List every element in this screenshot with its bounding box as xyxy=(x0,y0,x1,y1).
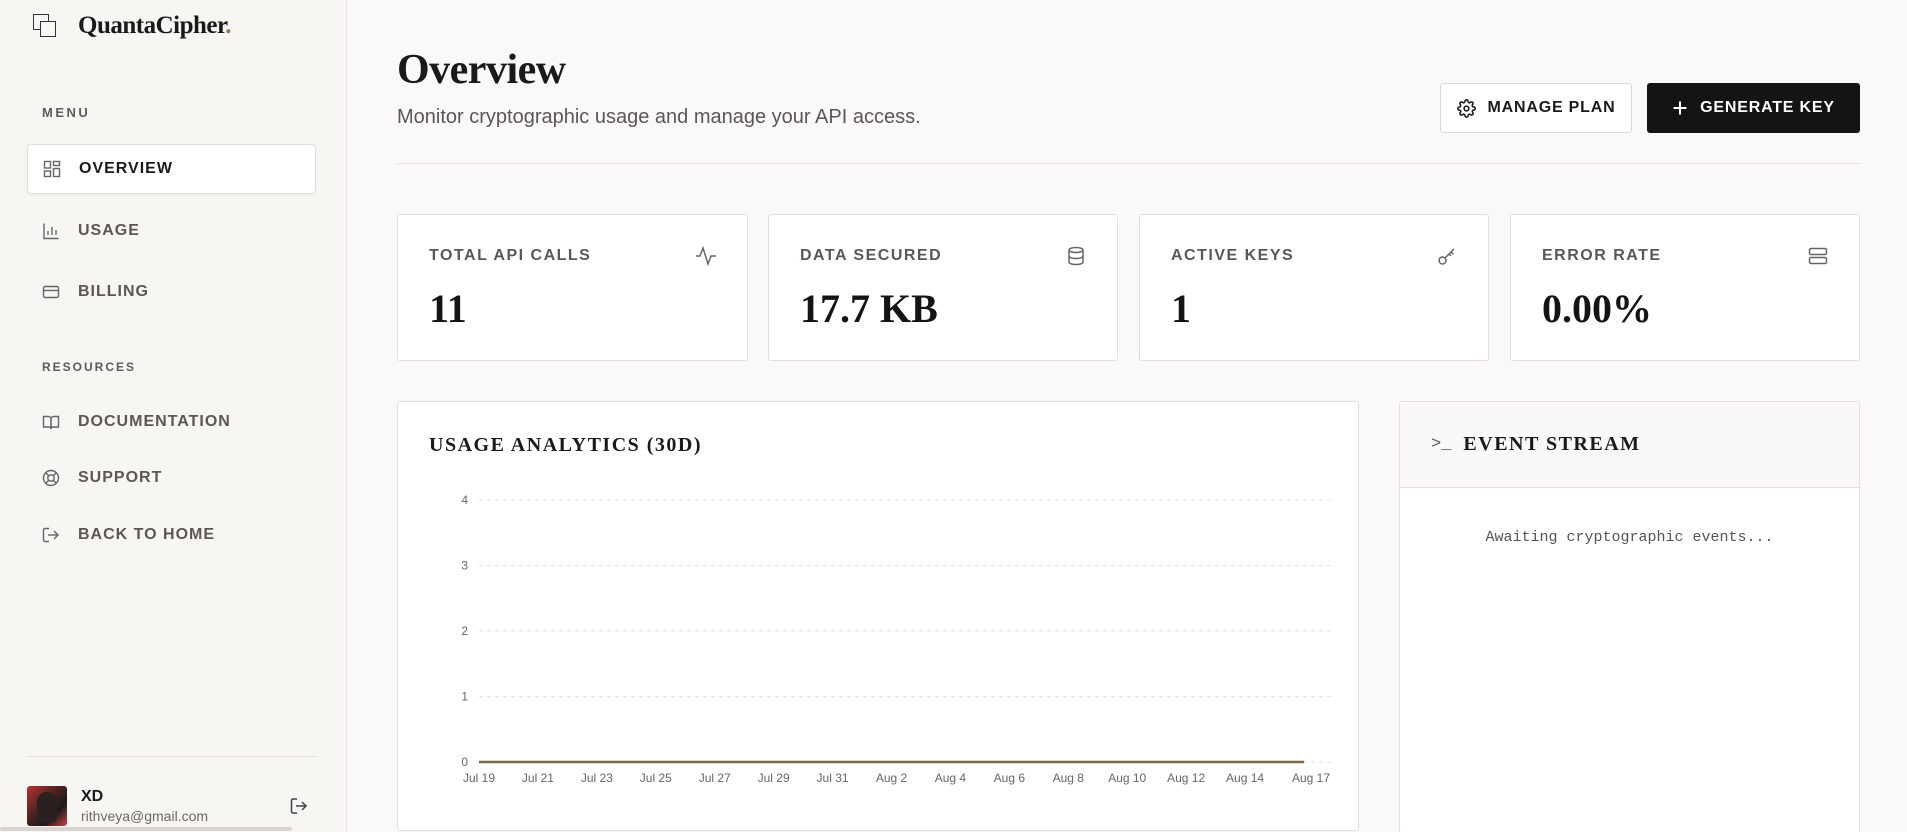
x-tick-label: Jul 23 xyxy=(581,771,613,785)
stat-card-error-rate: ERROR RATE 0.00% xyxy=(1510,214,1860,361)
x-tick-label: Jul 27 xyxy=(699,771,731,785)
event-stream-empty-message: Awaiting cryptographic events... xyxy=(1485,529,1774,546)
brand-name: QuantaCipher. xyxy=(78,12,232,40)
user-profile: XD rithveya@gmail.com xyxy=(27,786,316,826)
sidebar-item-label: USAGE xyxy=(78,222,140,239)
sidebar-item-overview[interactable]: OVERVIEW xyxy=(27,144,316,194)
activity-icon xyxy=(695,245,717,267)
x-tick-label: Jul 25 xyxy=(640,771,672,785)
sidebar: QuantaCipher. MENU OVERVIEW USAGE BILLIN… xyxy=(0,0,347,832)
menu-label: MENU xyxy=(42,105,91,120)
sidebar-item-label: BILLING xyxy=(78,283,149,300)
x-tick-label: Jul 21 xyxy=(522,771,554,785)
user-email: rithveya@gmail.com xyxy=(81,808,209,824)
plus-icon xyxy=(1672,100,1688,116)
lifebuoy-icon xyxy=(42,469,60,487)
logout-icon[interactable] xyxy=(287,794,311,818)
sidebar-item-documentation[interactable]: DOCUMENTATION xyxy=(27,397,316,447)
stat-card-data-secured: DATA SECURED 17.7 KB xyxy=(768,214,1118,361)
exit-icon xyxy=(42,526,60,544)
page-subtitle: Monitor cryptographic usage and manage y… xyxy=(397,106,921,128)
y-tick-label: 2 xyxy=(461,624,468,638)
x-tick-label: Jul 19 xyxy=(463,771,495,785)
terminal-icon: >_ xyxy=(1431,435,1452,454)
usage-chart: 0 1 2 3 4 Jul 19 Jul 21 Jul 23 Jul 25 Jul 27 Jul 2… xyxy=(461,493,1331,785)
stat-value: 1 xyxy=(1171,286,1191,331)
sidebar-item-label: BACK TO HOME xyxy=(78,526,216,543)
x-tick-label: Jul 29 xyxy=(758,771,790,785)
usage-analytics-panel: USAGE ANALYTICS (30D) 0 1 2 3 4 Jul 19 Jul 21 J… xyxy=(397,401,1359,831)
brand-dot: . xyxy=(225,12,232,39)
x-tick-label: Aug 6 xyxy=(994,771,1026,785)
sidebar-item-usage[interactable]: USAGE xyxy=(27,206,316,256)
manage-plan-button[interactable]: MANAGE PLAN xyxy=(1440,83,1632,133)
key-icon xyxy=(1436,245,1458,267)
x-tick-label: Aug 17 xyxy=(1292,771,1330,785)
event-stream-panel: >_ EVENT STREAM Awaiting cryptographic e… xyxy=(1399,401,1860,832)
stat-label: DATA SECURED xyxy=(800,247,943,264)
stat-value: 0.00% xyxy=(1542,286,1652,331)
brand[interactable]: QuantaCipher. xyxy=(32,12,232,40)
x-tick-label: Aug 8 xyxy=(1053,771,1085,785)
sidebar-item-label: OVERVIEW xyxy=(79,160,173,177)
generate-key-button[interactable]: GENERATE KEY xyxy=(1647,83,1860,133)
avatar[interactable] xyxy=(27,786,67,826)
y-tick-label: 3 xyxy=(461,559,468,573)
gear-icon xyxy=(1456,98,1476,118)
sidebar-scrollbar[interactable] xyxy=(0,827,292,831)
bar-chart-icon xyxy=(42,222,60,240)
y-tick-label: 4 xyxy=(461,493,468,507)
event-stream-header: >_ EVENT STREAM xyxy=(1400,402,1859,488)
x-tick-label: Jul 31 xyxy=(817,771,849,785)
stat-card-active-keys: ACTIVE KEYS 1 xyxy=(1139,214,1489,361)
y-tick-label: 1 xyxy=(461,690,468,704)
stat-value: 11 xyxy=(429,286,467,331)
brand-name-text: QuantaCipher xyxy=(78,12,226,39)
server-icon xyxy=(1807,245,1829,267)
sidebar-item-support[interactable]: SUPPORT xyxy=(27,453,316,503)
x-tick-label: Aug 14 xyxy=(1226,771,1264,785)
database-icon xyxy=(1065,245,1087,267)
grid-icon xyxy=(43,160,61,178)
sidebar-item-back-to-home[interactable]: BACK TO HOME xyxy=(27,510,316,560)
sidebar-item-billing[interactable]: BILLING xyxy=(27,267,316,317)
sidebar-item-label: SUPPORT xyxy=(78,469,163,486)
header-divider xyxy=(397,163,1860,164)
y-tick-label: 0 xyxy=(461,755,468,769)
credit-card-icon xyxy=(42,283,60,301)
user-name: XD xyxy=(81,788,104,805)
x-tick-label: Aug 12 xyxy=(1167,771,1205,785)
manage-plan-label: MANAGE PLAN xyxy=(1487,99,1616,116)
x-tick-label: Aug 2 xyxy=(876,771,908,785)
stat-label: ACTIVE KEYS xyxy=(1171,247,1295,264)
sidebar-item-label: DOCUMENTATION xyxy=(78,413,231,430)
logo-icon xyxy=(32,13,58,39)
sidebar-divider xyxy=(27,756,316,757)
user-info: XD rithveya@gmail.com xyxy=(81,788,287,824)
x-tick-label: Aug 4 xyxy=(935,771,967,785)
stat-value: 17.7 KB xyxy=(800,286,938,331)
stat-label: ERROR RATE xyxy=(1542,247,1662,264)
x-tick-label: Aug 10 xyxy=(1108,771,1146,785)
stat-card-total-api-calls: TOTAL API CALLS 11 xyxy=(397,214,748,361)
resources-label: RESOURCES xyxy=(42,360,137,374)
page-title: Overview xyxy=(397,47,566,93)
stat-label: TOTAL API CALLS xyxy=(429,247,592,264)
book-icon xyxy=(42,413,60,431)
event-stream-title: EVENT STREAM xyxy=(1463,433,1641,455)
generate-key-label: GENERATE KEY xyxy=(1700,99,1835,116)
